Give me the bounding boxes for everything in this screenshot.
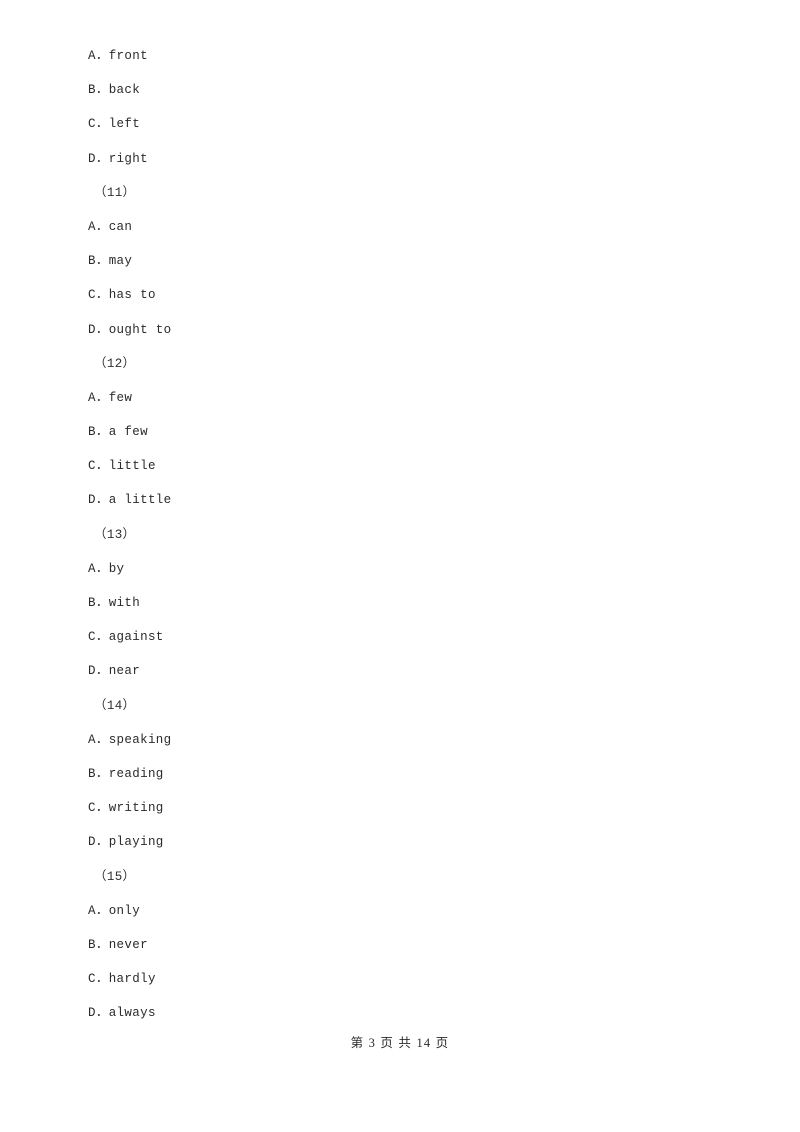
page-footer: 第 3 页 共 14 页 [350,1036,450,1050]
answer-option: B．may [88,254,133,269]
blank-number-marker: （13） [94,527,136,542]
answer-option: C．writing [88,801,164,816]
answer-option: B．back [88,83,141,98]
answer-option: C．hardly [88,972,156,987]
answer-option: A．only [88,903,141,918]
blank-number-marker: （15） [94,869,136,884]
answer-option: B．reading [88,766,164,781]
answer-option: C．against [88,630,164,645]
answer-option: B．a few [88,425,148,440]
answer-option: D．always [88,1006,156,1021]
question-options-list: A．front B．back C．left D．right （11） A．can B．may… [88,46,708,1037]
answer-option: D．ought to [88,322,172,337]
answer-option: D．near [88,664,141,679]
blank-number-marker: （14） [94,698,136,713]
answer-option: D．playing [88,835,164,850]
answer-option: B．with [88,596,141,610]
answer-option: A．front [88,49,148,63]
answer-option: A．can [88,219,133,234]
answer-option: A．few [88,390,133,405]
answer-option: C．has to [88,288,156,303]
answer-option: A．speaking [88,732,172,747]
answer-option: C．left [88,117,141,132]
answer-option: A．by [88,561,125,576]
answer-option: B．never [88,937,148,952]
blank-number-marker: （11） [94,185,136,200]
answer-option: C．little [88,459,156,474]
answer-option: D．a little [88,493,172,508]
blank-number-marker: （12） [94,356,136,371]
answer-option: D．right [88,151,148,166]
document-page: A．front B．back C．left D．right （11） A．can B．may… [0,0,800,1132]
